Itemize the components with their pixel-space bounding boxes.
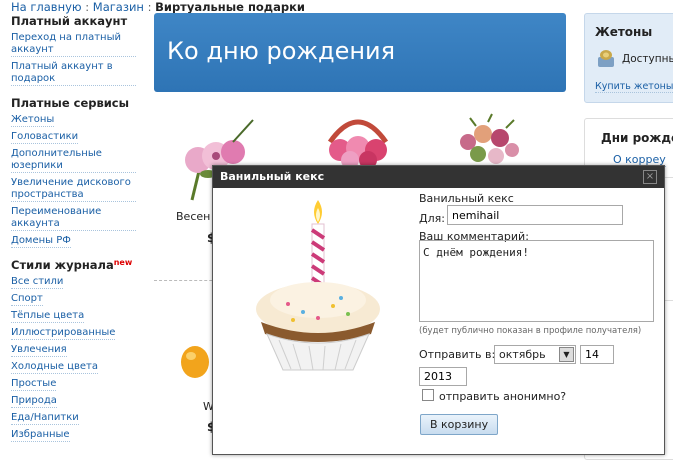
year-input[interactable] — [419, 367, 467, 386]
cupcake-image — [256, 200, 380, 371]
tokens-icon — [598, 50, 614, 67]
day-input[interactable] — [580, 345, 614, 364]
sidebar-link-upgrade[interactable]: Переход на платный аккаунт — [11, 32, 136, 57]
anonymous-checkbox[interactable] — [422, 389, 434, 401]
breadcrumb-separator: : — [85, 0, 90, 14]
breadcrumb: На главную : Магазин : Виртуальные подар… — [11, 0, 305, 14]
sidebar-link-rename[interactable]: Переименование аккаунта — [11, 206, 136, 231]
dialog-title: Ванильный кекс — [213, 166, 664, 188]
sidebar-link-style-cold[interactable]: Холодные цвета — [11, 361, 98, 374]
tokens-title: Жетоны — [595, 25, 653, 39]
breadcrumb-current: Виртуальные подарки — [155, 0, 305, 14]
gift-name: Ванильный кекс — [419, 192, 514, 205]
send-date-label: Отправить в: — [419, 348, 496, 361]
sidebar-heading-paid-services: Платные сервисы — [11, 96, 130, 110]
breadcrumb-separator: : — [147, 0, 152, 14]
tokens-available: Доступны — [622, 53, 673, 65]
sidebar-link-tadpoles[interactable]: Головастики — [11, 131, 79, 144]
close-icon[interactable]: × — [643, 170, 657, 184]
month-select[interactable]: октябрь ▼ — [494, 345, 576, 364]
month-value: октябрь — [499, 348, 546, 361]
sidebar-heading-paid-account: Платный аккаунт — [11, 14, 128, 28]
comment-hint: (будет публично показан в профиле получа… — [419, 326, 642, 336]
breadcrumb-shop-link[interactable]: Магазин — [93, 0, 144, 14]
recipient-label: Для: — [419, 212, 445, 225]
sidebar-link-style-all[interactable]: Все стили — [11, 276, 64, 289]
sidebar-heading-styles: Стили журналаnew — [11, 258, 136, 272]
sidebar-link-tokens[interactable]: Жетоны — [11, 114, 55, 127]
sidebar-link-userpics[interactable]: Дополнительные юзерпики — [11, 148, 136, 173]
sidebar-link-gift-account[interactable]: Платный аккаунт в подарок — [11, 61, 136, 86]
anonymous-label: отправить анонимно? — [439, 390, 567, 403]
add-to-cart-button[interactable]: В корзину — [420, 414, 499, 435]
sidebar-link-style-food[interactable]: Еда/Напитки — [11, 412, 79, 425]
new-badge: new — [113, 258, 133, 267]
bouquet-gift-image[interactable] — [448, 112, 528, 172]
sidebar-styles-label: Стили журнала — [11, 258, 114, 272]
sidebar-link-style-favorites[interactable]: Избранные — [11, 429, 70, 442]
tokens-panel: Жетоны Доступны Купить жетоны — [584, 13, 673, 103]
category-banner: Ко дню рождения — [154, 13, 566, 92]
birthdays-title: Дни рожде — [601, 131, 673, 145]
sidebar-link-style-warm[interactable]: Тёплые цвета — [11, 310, 85, 323]
sidebar-link-domains[interactable]: Домены РФ — [11, 235, 71, 248]
sidebar-link-style-hobby[interactable]: Увлечения — [11, 344, 67, 357]
breadcrumb-home-link[interactable]: На главную — [11, 0, 82, 14]
sidebar-link-style-nature[interactable]: Природа — [11, 395, 57, 408]
sidebar-link-style-illustrated[interactable]: Иллюстрированные — [11, 327, 116, 340]
sidebar-link-style-simple[interactable]: Простые — [11, 378, 57, 391]
gift-dialog: Ванильный кекс × Ванильный кекс Для: Ваш… — [212, 165, 665, 455]
basket-gift-image[interactable] — [318, 112, 398, 172]
sidebar: Платный аккаунт Переход на платный аккау… — [11, 14, 136, 446]
buy-tokens-link[interactable]: Купить жетоны — [595, 81, 673, 93]
chevron-down-icon: ▼ — [559, 347, 574, 362]
gift-form: Ванильный кекс Для: Ваш комментарий: С д… — [419, 192, 659, 435]
sidebar-link-disk-space[interactable]: Увеличение дискового пространства — [11, 177, 136, 202]
comment-textarea[interactable]: С днём рождения! — [419, 240, 654, 322]
banner-title: Ко дню рождения — [167, 37, 396, 65]
candy-gift-image[interactable] — [175, 340, 215, 385]
recipient-input[interactable] — [447, 205, 623, 225]
sidebar-link-style-sport[interactable]: Спорт — [11, 293, 43, 306]
gift-label: Весен — [176, 210, 211, 223]
